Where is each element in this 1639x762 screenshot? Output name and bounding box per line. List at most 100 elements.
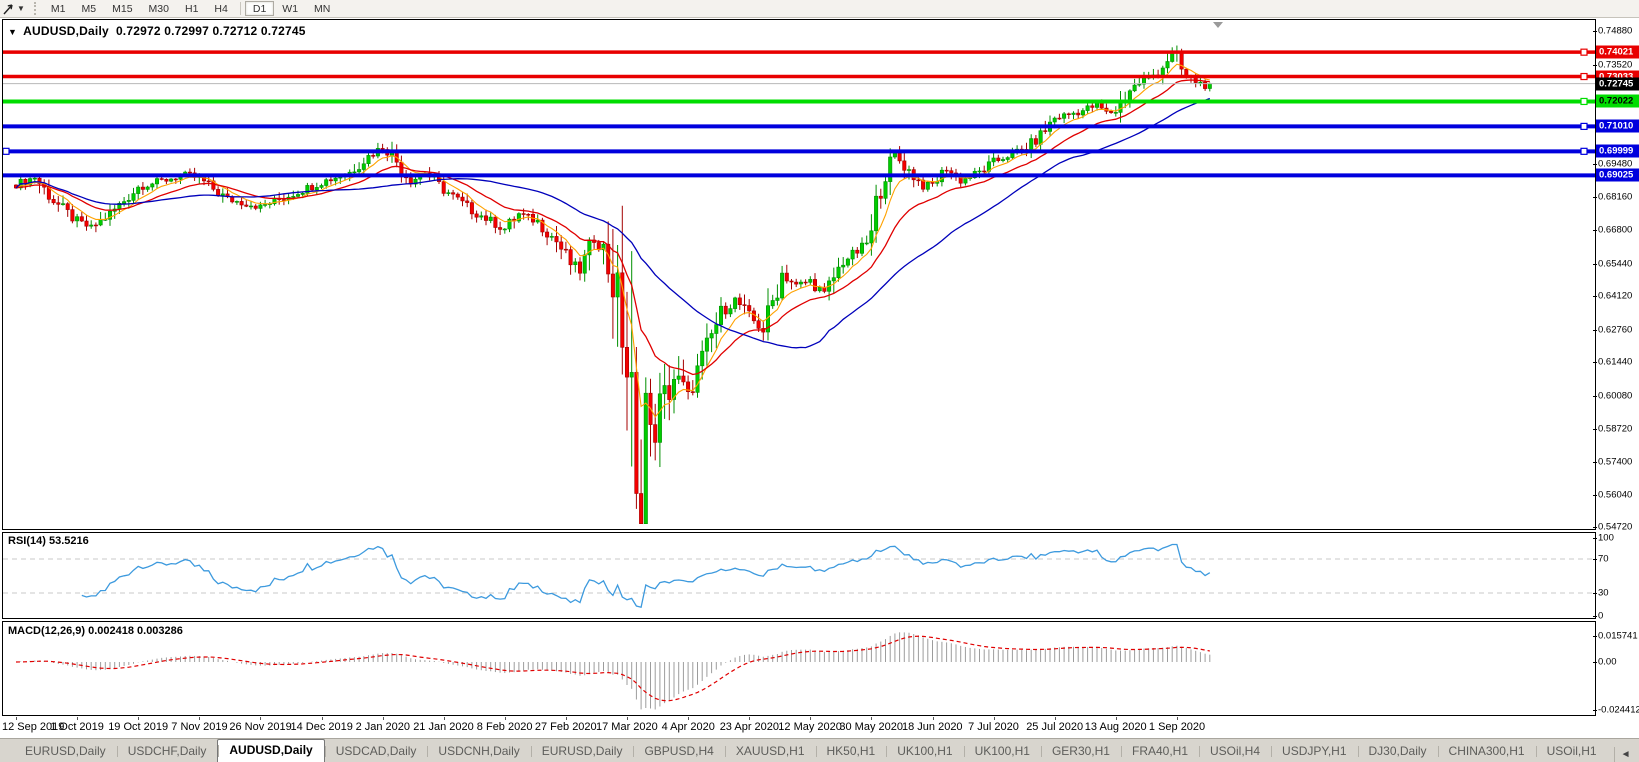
axis-tick-mark [1593,538,1597,539]
rsi-tick-0: 0 [1598,610,1604,622]
axis-tick-mark [1593,263,1597,265]
date-label: 1 Sep 2020 [1148,721,1206,733]
timeframe-toolbar: ▼ M1 M5 M15 M30 H1 H4 D1 W1 MN [0,0,1639,18]
axis-tick-mark [1593,31,1597,32]
chart-tab-ger30-h1[interactable]: GER30,H1 [1040,741,1121,762]
axis-tick-mark [1593,709,1597,711]
date-label: 27 Feb 2020 [534,721,597,733]
date-tick-mark [1176,717,1178,720]
tabs-scroll-left-button[interactable]: ◄ [1613,747,1637,762]
price-line-badge-0.72022: 0.72022 [1596,94,1639,108]
date-label: 26 Nov 2019 [229,721,292,733]
date-tick-mark [443,717,445,720]
rsi-tick-70: 70 [1598,553,1609,565]
chart-tab-audusd-daily[interactable]: AUDUSD,Daily [217,739,325,762]
price-tick-0.56040: 0.56040 [1598,489,1633,501]
timeframe-button-h1[interactable]: H1 [177,1,206,16]
chart-ohlc-values: 0.72972 0.72997 0.72712 0.72745 [115,24,306,38]
chart-tab-hk50-h1[interactable]: HK50,H1 [815,741,887,762]
chart-tab-eurusd-daily[interactable]: EURUSD,Daily [14,741,117,762]
timeframe-button-m30[interactable]: M30 [141,1,177,16]
chart-tab-dj30-daily[interactable]: DJ30,Daily [1357,741,1438,762]
date-label: 25 Jul 2020 [1026,721,1084,733]
chart-tab-fra40-h1[interactable]: FRA40,H1 [1120,741,1199,762]
chart-symbol-period: AUDUSD,Daily [23,24,109,38]
price-axis[interactable]: 0.74880 0.73520 0.69480 0.68160 0.66800 0.654… [1593,0,1639,762]
date-label: 2 Jan 2020 [355,721,411,733]
timeframe-button-w1[interactable]: W1 [274,1,306,16]
axis-tick-mark [1593,662,1597,663]
macd-canvas[interactable] [0,620,1639,717]
timeframe-button-mn[interactable]: MN [306,1,338,16]
axis-tick-mark [1593,527,1597,528]
axis-tick-mark [1593,461,1597,463]
timeframe-button-m5[interactable]: M5 [74,1,105,16]
timeframe-button-m1[interactable]: M1 [43,1,74,16]
date-tick-mark [749,717,751,720]
date-label: 23 Apr 2020 [719,721,780,733]
date-tick-mark [810,717,812,720]
chart-tab-usdcnh-daily[interactable]: USDCNH,Daily [427,741,530,762]
axis-tick-mark [1593,616,1597,617]
main-chart-canvas[interactable] [0,18,1639,531]
date-tick-mark [1054,717,1056,720]
chart-tab-usoil-h4[interactable]: USOil,H4 [1199,741,1271,762]
chart-tab-gbpusd-h4[interactable]: GBPUSD,H4 [633,741,724,762]
date-label: 7 Nov 2019 [171,721,228,733]
date-tick-mark [321,717,323,720]
date-tick-mark [382,717,384,720]
chart-tab-usdchf-daily[interactable]: USDCHF,Daily [116,741,218,762]
date-label: 14 Dec 2019 [290,721,353,733]
macd-indicator-label: MACD(12,26,9) 0.002418 0.003286 [8,625,183,637]
chart-tabs-bar: EURUSD,Daily USDCHF,Daily AUDUSD,Daily USDC… [0,738,1639,762]
chart-tab-eurusd-daily[interactable]: EURUSD,Daily [530,741,634,762]
axis-tick-mark [1593,230,1597,232]
axis-tick-mark [1593,64,1597,66]
chart-tab-uk100-h1[interactable]: UK100,H1 [963,741,1041,762]
timeframe-button-d1[interactable]: D1 [244,1,275,16]
window-menu-icon[interactable]: ▼ [8,27,17,37]
chart-tab-usdjpy-h1[interactable]: USDJPY,H1 [1271,741,1357,762]
chart-tab-uk100-h1[interactable]: UK100,H1 [886,741,963,762]
timeframe-button-h4[interactable]: H4 [206,1,235,16]
date-label: 7 Jul 2020 [968,721,1019,733]
draw-tool-dropdown[interactable]: ▼ [0,0,29,17]
axis-tick-mark [1593,559,1597,560]
date-label: 21 Jan 2020 [413,721,474,733]
axis-tick-mark [1593,429,1597,431]
macd-tick-0.015741: 0.015741 [1598,630,1638,642]
time-axis[interactable]: 12 Sep 2019 1 Oct 2019 19 Oct 2019 7 Nov 20… [0,717,1639,738]
axis-tick-mark [1593,329,1597,331]
price-line-badge-0.69025: 0.69025 [1596,168,1639,182]
price-tick-0.60080: 0.60080 [1598,390,1633,402]
toolbar-grip[interactable] [33,2,38,15]
date-tick-mark [932,717,934,720]
chart-title: ▼ AUDUSD,Daily 0.72972 0.72997 0.72712 0.… [8,24,306,38]
price-line-badge-0.74021: 0.74021 [1596,45,1639,59]
date-tick-mark [688,717,690,720]
chart-tab-usoil-h1[interactable]: USOil,H1 [1535,741,1608,762]
axis-tick-mark [1593,164,1597,166]
axis-tick-mark [1593,296,1597,298]
chart-tab-china300-h1[interactable]: CHINA300,H1 [1437,741,1536,762]
chart-tab-xauusd-h1[interactable]: XAUUSD,H1 [724,741,816,762]
axis-tick-mark [1593,395,1597,397]
macd-tick-0.00: 0.00 [1598,656,1617,668]
date-label: 12 May 2020 [778,721,842,733]
draw-cursor-icon [3,3,13,14]
axis-tick-mark [1593,362,1597,364]
axis-tick-mark [1593,635,1597,637]
chevron-down-icon: ▼ [17,4,25,13]
date-tick-mark [565,717,567,720]
price-tick-0.66800: 0.66800 [1598,224,1633,236]
price-tick-0.58720: 0.58720 [1598,423,1633,435]
chart-tab-usdcad-daily[interactable]: USDCAD,Daily [324,741,428,762]
rsi-canvas[interactable] [0,531,1639,620]
date-tick-mark [138,717,140,720]
price-tick-0.74880: 0.74880 [1598,25,1633,37]
date-tick-mark [1115,717,1117,720]
date-label: 4 Apr 2020 [661,721,715,733]
date-tick-mark [627,717,628,720]
price-tick-0.61440: 0.61440 [1598,356,1633,368]
timeframe-button-m15[interactable]: M15 [104,1,140,16]
